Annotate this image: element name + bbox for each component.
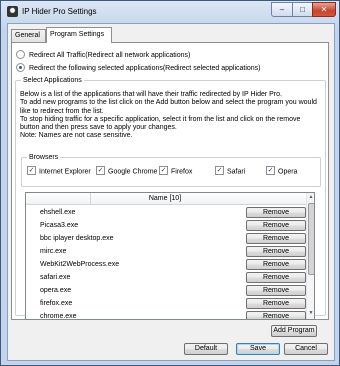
- list-item[interactable]: firefox.exe Remove: [26, 297, 306, 310]
- list-item[interactable]: ehshell.exe Remove: [26, 206, 306, 219]
- browsers-title: Browsers: [27, 153, 61, 162]
- radio-selected-indicator[interactable]: [16, 62, 25, 72]
- list-item[interactable]: mirc.exe Remove: [26, 245, 306, 258]
- remove-button[interactable]: Remove: [246, 285, 306, 296]
- settings-window: IP Hider Pro Settings – □ ✕ General Prog…: [0, 0, 340, 366]
- window-title: IP Hider Pro Settings: [22, 7, 97, 16]
- app-name: WebKit2WebProcess.exe: [40, 261, 120, 268]
- remove-button[interactable]: Remove: [246, 233, 306, 244]
- remove-button[interactable]: Remove: [246, 298, 306, 309]
- app-name: Picasa3.exe: [40, 222, 79, 229]
- checkbox-safari-label: Safari: [227, 168, 246, 176]
- scroll-up-icon[interactable]: ▲: [308, 194, 314, 201]
- app-name: safari.exe: [40, 274, 71, 281]
- remove-button[interactable]: Remove: [246, 220, 306, 231]
- checkbox-opera-box[interactable]: ✓: [266, 166, 275, 175]
- checkbox-opera[interactable]: ✓ Opera: [266, 166, 298, 177]
- remove-button[interactable]: Remove: [246, 246, 306, 257]
- checkbox-google-chrome-label: Google Chrome: [108, 168, 158, 176]
- info-line: Note: Names are not case sensitive.: [20, 132, 133, 140]
- minimize-button[interactable]: –: [271, 2, 293, 17]
- list-scrollbar[interactable]: ▲ ▼: [306, 193, 314, 319]
- list-header-name[interactable]: Name [10]: [90, 193, 240, 204]
- checkbox-google-chrome[interactable]: ✓ Google Chrome: [96, 166, 158, 177]
- info-line: To stop hiding traffic for a specific ap…: [20, 115, 301, 132]
- title-bar[interactable]: IP Hider Pro Settings – □ ✕: [1, 1, 339, 23]
- list-item[interactable]: WebKit2WebProcess.exe Remove: [26, 258, 306, 271]
- checkbox-internet-explorer[interactable]: ✓ Internet Explorer: [27, 166, 91, 177]
- radio-redirect-all[interactable]: Redirect All Traffic(Redirect all networ…: [16, 49, 191, 61]
- radio-redirect-all-label: Redirect All Traffic(Redirect all networ…: [29, 52, 191, 59]
- info-line: Below is a list of the applications that…: [20, 91, 282, 98]
- list-item[interactable]: chrome.exe Remove: [26, 310, 306, 320]
- list-item[interactable]: Picasa3.exe Remove: [26, 219, 306, 232]
- application-list[interactable]: Name [10] ehshell.exe Remove Picasa3.exe…: [25, 192, 315, 320]
- remove-button[interactable]: Remove: [246, 207, 306, 218]
- radio-all-indicator[interactable]: [16, 49, 25, 59]
- remove-button[interactable]: Remove: [246, 272, 306, 283]
- radio-redirect-selected-label: Redirect the following selected applicat…: [29, 65, 261, 72]
- app-icon: [7, 6, 18, 17]
- close-button[interactable]: ✕: [312, 2, 336, 17]
- cancel-button[interactable]: Cancel: [284, 343, 328, 355]
- select-applications-title: Select Applications: [21, 76, 84, 85]
- tab-program-settings[interactable]: Program Settings: [46, 27, 112, 43]
- program-settings-panel: Redirect All Traffic(Redirect all networ…: [11, 42, 329, 337]
- checkbox-internet-explorer-label: Internet Explorer: [39, 168, 91, 176]
- scroll-down-icon[interactable]: ▼: [308, 310, 314, 317]
- maximize-button[interactable]: □: [292, 2, 313, 17]
- checkbox-opera-label: Opera: [278, 168, 298, 176]
- app-name: firefox.exe: [40, 300, 73, 307]
- default-button[interactable]: Default: [184, 343, 228, 355]
- save-button[interactable]: Save: [236, 343, 280, 355]
- checkbox-firefox-box[interactable]: ✓: [159, 166, 168, 175]
- checkbox-firefox[interactable]: ✓ Firefox: [159, 166, 193, 177]
- scroll-thumb[interactable]: [308, 203, 314, 275]
- list-item[interactable]: opera.exe Remove: [26, 284, 306, 297]
- app-name: chrome.exe: [40, 313, 77, 320]
- app-name: mirc.exe: [40, 248, 67, 255]
- app-name: opera.exe: [40, 287, 72, 294]
- app-name: bbc iplayer desktop.exe: [40, 235, 114, 242]
- checkbox-google-chrome-box[interactable]: ✓: [96, 166, 105, 175]
- info-text: Below is a list of the applications that…: [20, 91, 320, 141]
- info-line: To add new programs to the list click on…: [20, 99, 317, 115]
- app-name: ehshell.exe: [40, 209, 76, 216]
- dialog-client: General Program Settings Redirect All Tr…: [7, 23, 335, 361]
- checkbox-safari-box[interactable]: ✓: [215, 166, 224, 175]
- checkbox-firefox-label: Firefox: [171, 168, 193, 176]
- list-item[interactable]: safari.exe Remove: [26, 271, 306, 284]
- checkbox-safari[interactable]: ✓ Safari: [215, 166, 246, 177]
- tab-general[interactable]: General: [11, 29, 46, 42]
- checkbox-internet-explorer-box[interactable]: ✓: [27, 166, 36, 175]
- list-header: Name [10]: [26, 193, 306, 205]
- add-program-button[interactable]: Add Program: [271, 325, 317, 337]
- remove-button[interactable]: Remove: [246, 311, 306, 319]
- radio-redirect-selected[interactable]: Redirect the following selected applicat…: [16, 62, 261, 74]
- remove-button[interactable]: Remove: [246, 259, 306, 270]
- list-item[interactable]: bbc iplayer desktop.exe Remove: [26, 232, 306, 245]
- list-header-blank: [26, 193, 91, 204]
